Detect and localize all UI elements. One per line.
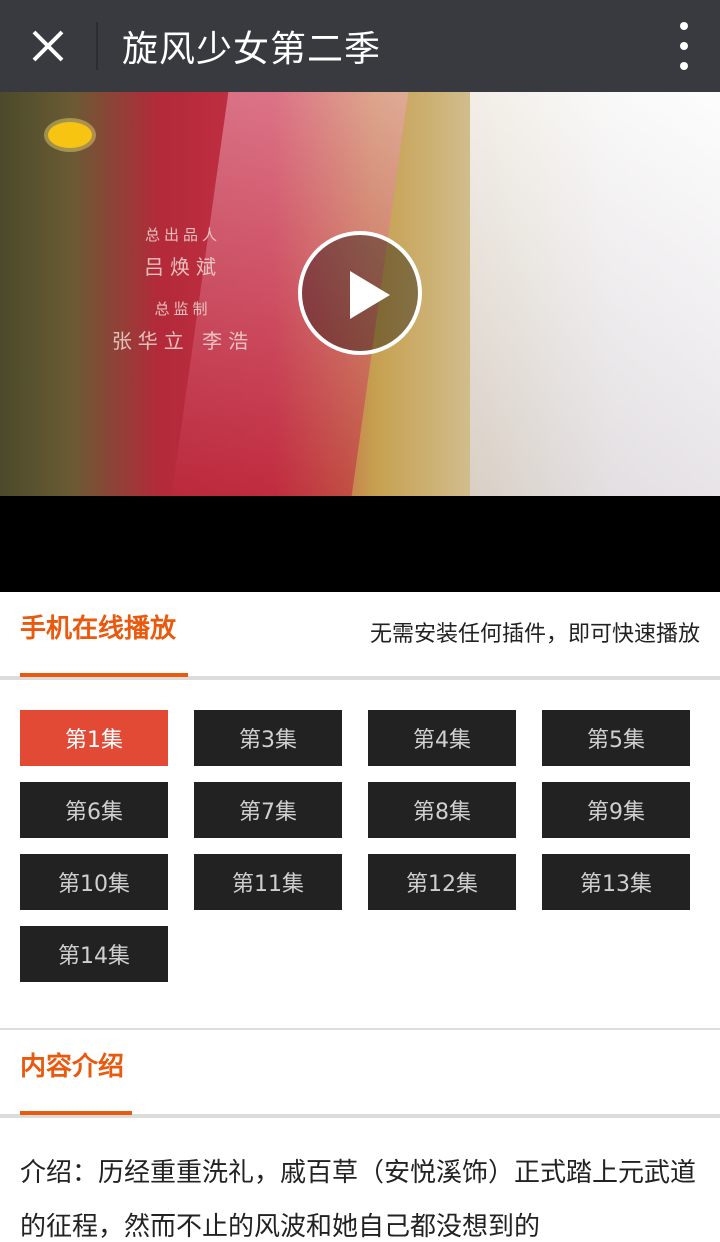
top-bar: 旋风少女第二季 bbox=[0, 0, 720, 92]
episode-button[interactable]: 第7集 bbox=[194, 782, 342, 838]
section-underline bbox=[20, 673, 188, 677]
episode-list: 第1集 第3集 第4集 第5集第6集 第7集 第8集 第9集第10集 第11集 第12集 第13集… bbox=[0, 680, 720, 1028]
credit-line: 总监制 bbox=[154, 300, 212, 318]
video-player[interactable]: 总出品人 吕焕斌 总监制 张华立 李浩 bbox=[0, 92, 720, 496]
more-vertical-icon bbox=[680, 22, 688, 30]
credit-line: 总出品人 bbox=[144, 226, 221, 244]
episode-button[interactable]: 第13集 bbox=[542, 854, 690, 910]
intro-header: 内容介绍 bbox=[0, 1030, 720, 1118]
channel-logo bbox=[48, 122, 92, 148]
episode-button[interactable]: 第6集 bbox=[20, 782, 168, 838]
episode-button[interactable]: 第3集 bbox=[194, 710, 342, 766]
video-letterbox bbox=[0, 496, 720, 592]
play-button[interactable] bbox=[298, 231, 422, 355]
online-play-header: 手机在线播放 无需安装任何插件，即可快速播放 bbox=[0, 592, 720, 680]
episode-button[interactable]: 第1集 bbox=[20, 710, 168, 766]
title-divider bbox=[96, 22, 98, 70]
page-title: 旋风少女第二季 bbox=[122, 29, 382, 70]
episode-button[interactable]: 第5集 bbox=[542, 710, 690, 766]
credit-line: 吕焕斌 bbox=[144, 255, 222, 279]
close-icon bbox=[32, 30, 64, 62]
episode-button[interactable]: 第9集 bbox=[542, 782, 690, 838]
episode-button[interactable]: 第12集 bbox=[368, 854, 516, 910]
episode-button[interactable]: 第11集 bbox=[194, 854, 342, 910]
episode-button[interactable]: 第8集 bbox=[368, 782, 516, 838]
video-credits: 总出品人 吕焕斌 总监制 张华立 李浩 bbox=[108, 220, 258, 372]
intro-text: 介绍：历经重重洗礼，戚百草（安悦溪饰）正式踏上元武道的征程，然而不止的风波和她自… bbox=[20, 1158, 697, 1242]
section-title: 内容介绍 bbox=[20, 1052, 125, 1082]
episode-button[interactable]: 第10集 bbox=[20, 854, 168, 910]
credit-line: 张华立 李浩 bbox=[111, 329, 255, 353]
section-underline bbox=[20, 1111, 132, 1115]
play-icon bbox=[350, 271, 390, 319]
section-title: 手机在线播放 bbox=[20, 614, 177, 644]
more-button[interactable] bbox=[676, 22, 692, 70]
close-button[interactable] bbox=[0, 0, 96, 92]
section-subtitle: 无需安装任何插件，即可快速播放 bbox=[369, 622, 700, 647]
episode-button[interactable]: 第4集 bbox=[368, 710, 516, 766]
episode-button[interactable]: 第14集 bbox=[20, 926, 168, 982]
